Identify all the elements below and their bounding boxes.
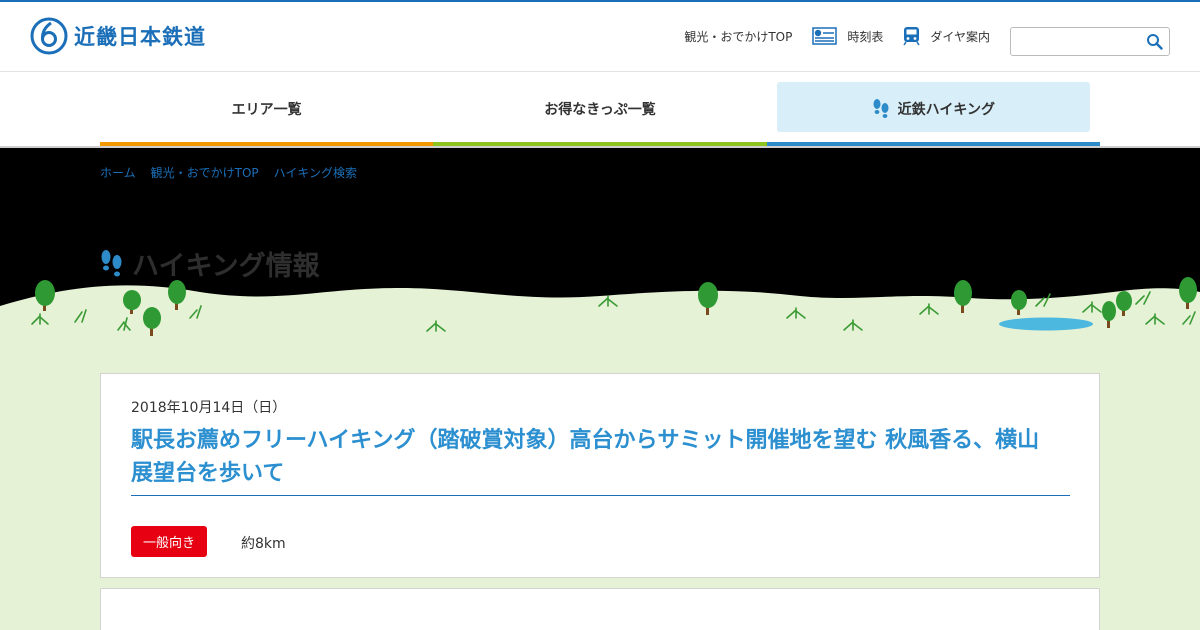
next-content-card — [100, 588, 1100, 630]
nav-hiking[interactable]: 近鉄ハイキング — [766, 72, 1100, 146]
timetable-icon — [812, 27, 838, 45]
nav-label: お得なきっぷ一覧 — [544, 102, 656, 118]
footprints-icon — [873, 99, 889, 118]
breadcrumb-hiking-search[interactable]: ハイキング検索 — [274, 164, 357, 181]
level-badge: 一般向き — [131, 526, 207, 557]
header-link-diagram[interactable]: ダイヤ案内 — [903, 26, 990, 46]
header-links: 観光・おでかけTOP 時刻表 ダイヤ案内 — [664, 26, 990, 46]
logo-text: 近畿日本鉄道 — [74, 25, 206, 49]
event-title: 駅長お薦めフリーハイキング（踏破賞対象）高台からサミット開催地を望む 秋風香る、… — [131, 428, 1040, 486]
event-date: 2018年10月14日（日） — [131, 400, 287, 416]
site-header: 近畿日本鉄道 観光・おでかけTOP 時刻表 ダイヤ案内 — [0, 2, 1200, 72]
hiking-event-card: 2018年10月14日（日） 駅長お薦めフリーハイキング（踏破賞対象）高台からサ… — [100, 373, 1100, 578]
nav-ticket-list[interactable]: お得なきっぷ一覧 — [433, 72, 767, 146]
nav-label: エリア一覧 — [231, 102, 302, 118]
main-nav: エリア一覧 お得なきっぷ一覧 近鉄ハイキング — [100, 72, 1100, 146]
search-input[interactable] — [1015, 31, 1140, 52]
header-link-label: 時刻表 — [847, 29, 884, 44]
title-underline — [131, 495, 1070, 496]
train-icon — [903, 26, 920, 46]
site-search — [1010, 27, 1170, 56]
kintetsu-emblem-icon — [30, 17, 68, 55]
header-link-timetable[interactable]: 時刻表 — [812, 27, 883, 45]
nav-label: 近鉄ハイキング — [897, 102, 995, 118]
header-link-sightseeing-top[interactable]: 観光・おでかけTOP — [684, 28, 792, 45]
header-link-label: ダイヤ案内 — [930, 29, 990, 44]
nav-area-list[interactable]: エリア一覧 — [100, 72, 434, 146]
nav-label-wrap: 近鉄ハイキング — [872, 98, 995, 120]
breadcrumb-sightseeing-top[interactable]: 観光・おでかけTOP — [151, 164, 259, 181]
search-icon[interactable] — [1146, 33, 1164, 51]
breadcrumb-home[interactable]: ホーム — [100, 164, 136, 181]
kintetsu-logo[interactable]: 近畿日本鉄道 — [30, 17, 206, 55]
breadcrumb: ホーム 観光・おでかけTOP ハイキング検索 — [100, 164, 372, 181]
header-link-label: 観光・おでかけTOP — [684, 29, 793, 44]
distance-value: 約8km — [241, 536, 286, 552]
